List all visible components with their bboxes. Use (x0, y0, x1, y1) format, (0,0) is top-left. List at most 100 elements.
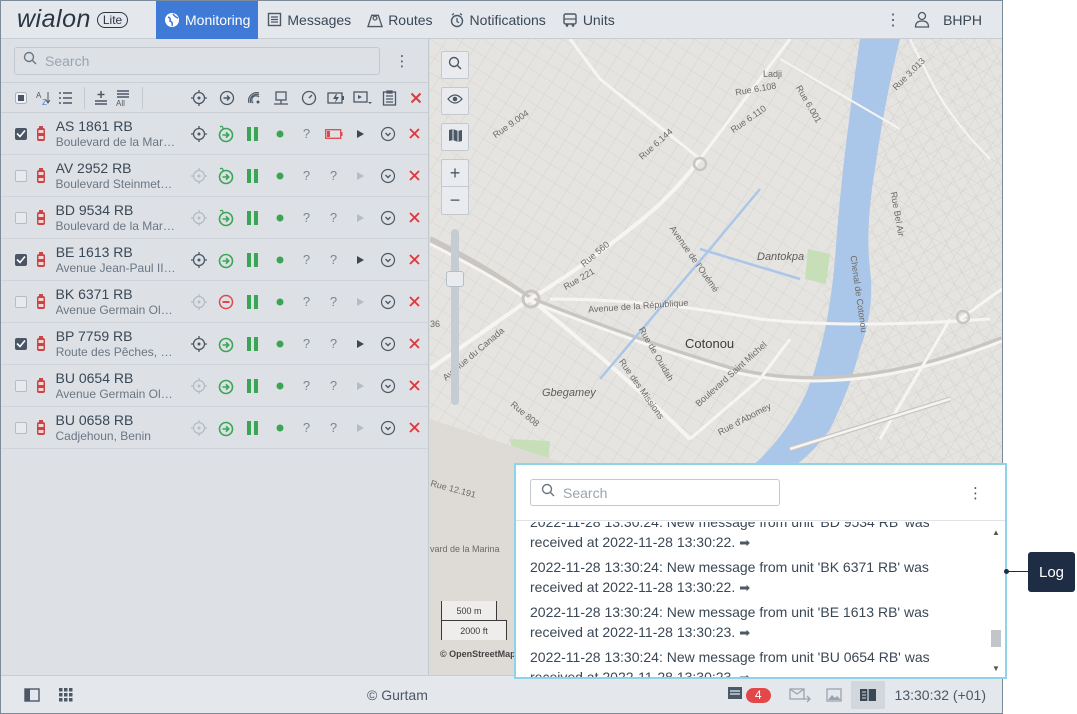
locate-icon[interactable] (185, 291, 212, 313)
zoom-slider-handle[interactable] (446, 271, 464, 287)
gallery-icon[interactable] (817, 681, 851, 709)
map-visibility-button[interactable] (441, 87, 469, 115)
unit-checkbox[interactable] (15, 169, 27, 182)
remove-unit-icon[interactable] (401, 417, 428, 439)
unit-name[interactable]: AV 2952 RB (56, 160, 177, 176)
locate-icon[interactable] (185, 333, 212, 355)
remove-unit-icon[interactable] (401, 207, 428, 229)
remove-unit-icon[interactable] (401, 165, 428, 187)
unit-menu-icon[interactable] (374, 123, 401, 145)
unit-menu-icon[interactable] (374, 291, 401, 313)
power-column-icon[interactable] (326, 87, 346, 109)
nav-notifications[interactable]: Notifications (441, 1, 554, 39)
map-attribution[interactable]: © OpenStreetMap (440, 649, 516, 659)
log-menu-icon[interactable]: ⋮ (968, 484, 983, 502)
unit-name[interactable]: BE 1613 RB (56, 244, 177, 260)
go-to-unit-icon[interactable]: ➡ (739, 580, 750, 595)
map-layers-button[interactable] (441, 123, 469, 151)
zoom-out-button[interactable]: − (442, 187, 468, 214)
add-units-icon[interactable] (91, 87, 111, 109)
unit-row[interactable]: BU 0654 RBAvenue Germain Olory-Togbé, Co… (1, 365, 428, 407)
logo[interactable]: wialon Lite (1, 1, 156, 39)
unit-checkbox[interactable] (15, 127, 27, 140)
zoom-slider-track[interactable] (451, 229, 459, 405)
go-to-unit-icon[interactable]: ➡ (739, 535, 750, 550)
username[interactable]: BHPH (937, 12, 1002, 28)
map-search-button[interactable] (441, 51, 469, 79)
locate-icon[interactable] (185, 417, 212, 439)
unit-row[interactable]: BK 6371 RBAvenue Germain Olory-Togbé, Co… (1, 281, 428, 323)
user-icon[interactable] (907, 11, 937, 28)
notifications-button[interactable]: 4 (723, 681, 775, 709)
play-command-icon[interactable] (347, 291, 374, 313)
remove-unit-icon[interactable] (401, 249, 428, 271)
play-command-icon[interactable] (347, 417, 374, 439)
remove-unit-icon[interactable] (401, 375, 428, 397)
zoom-in-button[interactable]: + (442, 160, 468, 187)
apps-grid-icon[interactable] (49, 681, 83, 709)
locate-icon[interactable] (185, 249, 212, 271)
unit-name[interactable]: BP 7759 RB (56, 328, 177, 344)
unit-row[interactable]: BE 1613 RBAvenue Jean-Paul II, Cotonou?? (1, 239, 428, 281)
unit-menu-icon[interactable] (374, 207, 401, 229)
send-message-icon[interactable] (783, 681, 817, 709)
delete-column-icon[interactable] (406, 87, 426, 109)
remove-unit-icon[interactable] (401, 333, 428, 355)
log-scroll-thumb[interactable] (991, 630, 1001, 647)
unit-name[interactable]: AS 1861 RB (56, 118, 177, 134)
unit-menu-icon[interactable] (374, 375, 401, 397)
unit-row[interactable]: BD 9534 RBBoulevard de la Marina, Cotono… (1, 197, 428, 239)
unit-menu-icon[interactable] (374, 333, 401, 355)
unit-name[interactable]: BU 0658 RB (56, 412, 177, 428)
locate-icon[interactable] (185, 123, 212, 145)
nav-monitoring[interactable]: Monitoring (156, 1, 259, 39)
unit-row[interactable]: BU 0658 RB Cadjehoun, Benin?? (1, 407, 428, 449)
top-menu-icon[interactable]: ⋮ (879, 6, 907, 34)
speed-column-icon[interactable] (298, 87, 318, 109)
go-to-unit-icon[interactable]: ➡ (739, 670, 750, 677)
list-view-icon[interactable] (56, 87, 76, 109)
unit-row[interactable]: BP 7759 RBRoute des Pêches, Benin?? (1, 323, 428, 365)
nav-messages[interactable]: Messages (258, 1, 359, 39)
unit-menu-icon[interactable] (374, 417, 401, 439)
select-all-checkbox[interactable] (11, 87, 31, 109)
unit-menu-icon[interactable] (374, 249, 401, 271)
unit-name[interactable]: BU 0654 RB (56, 370, 177, 386)
add-all-units-icon[interactable]: All (113, 87, 133, 109)
unit-checkbox[interactable] (15, 253, 27, 266)
scroll-down-icon[interactable]: ▼ (992, 664, 1000, 673)
unit-checkbox[interactable] (15, 211, 27, 224)
commands-column-icon[interactable] (353, 87, 373, 109)
locate-icon[interactable] (185, 165, 212, 187)
sort-az-icon[interactable]: AZ (33, 87, 53, 109)
search-menu-icon[interactable]: ⋮ (390, 52, 414, 70)
unit-row[interactable]: AS 1861 RBBoulevard de la Marina, Cotono… (1, 113, 428, 155)
locate-icon[interactable] (185, 375, 212, 397)
unit-checkbox[interactable] (15, 337, 27, 350)
play-command-icon[interactable] (347, 333, 374, 355)
unit-name[interactable]: BK 6371 RB (56, 286, 177, 302)
unit-checkbox[interactable] (15, 295, 27, 308)
motion-column-icon[interactable] (216, 87, 236, 109)
unit-menu-icon[interactable] (374, 165, 401, 187)
remove-unit-icon[interactable] (401, 291, 428, 313)
log-search-input[interactable] (563, 484, 763, 501)
scroll-up-icon[interactable]: ▲ (992, 528, 1000, 537)
locate-icon[interactable] (185, 207, 212, 229)
play-command-icon[interactable] (347, 123, 374, 145)
log-scrollbar[interactable]: ▲ ▼ (991, 522, 1001, 677)
unit-search-input[interactable] (45, 52, 345, 69)
play-command-icon[interactable] (347, 249, 374, 271)
go-to-unit-icon[interactable]: ➡ (739, 625, 750, 640)
toggle-panel-icon[interactable] (15, 681, 49, 709)
nav-units[interactable]: Units (554, 1, 623, 39)
unit-row[interactable]: AV 2952 RBBoulevard Steinmetz, Cotonou?? (1, 155, 428, 197)
log-toggle-icon[interactable] (850, 681, 885, 709)
reports-column-icon[interactable] (379, 87, 399, 109)
unit-checkbox[interactable] (15, 421, 27, 434)
nav-routes[interactable]: Routes (359, 1, 440, 39)
connection-column-icon[interactable] (244, 87, 264, 109)
play-command-icon[interactable] (347, 165, 374, 187)
locate-column-icon[interactable] (189, 87, 209, 109)
device-column-icon[interactable] (271, 87, 291, 109)
